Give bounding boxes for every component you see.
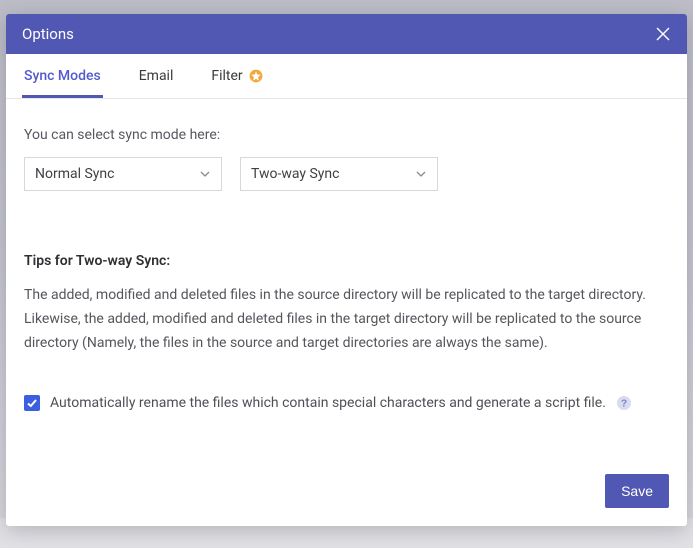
- help-icon[interactable]: ?: [616, 395, 632, 411]
- tips-heading: Tips for Two-way Sync:: [24, 253, 669, 269]
- sync-mode-select-2[interactable]: Two-way Sync: [240, 157, 438, 191]
- chevron-down-icon: [415, 168, 427, 180]
- sync-mode-select-1[interactable]: Normal Sync: [24, 157, 222, 191]
- instruction-text: You can select sync mode here:: [24, 127, 669, 143]
- auto-rename-row: Automatically rename the files which con…: [24, 395, 669, 411]
- tabs-bar: Sync Modes Email Filter: [6, 54, 687, 99]
- close-icon[interactable]: [655, 26, 671, 42]
- star-icon: [249, 69, 263, 83]
- tab-email[interactable]: Email: [137, 54, 176, 98]
- auto-rename-label: Automatically rename the files which con…: [50, 395, 606, 411]
- dialog-header: Options: [6, 14, 687, 54]
- tab-filter[interactable]: Filter: [209, 54, 264, 98]
- tab-label: Filter: [211, 68, 242, 84]
- select-value: Normal Sync: [35, 166, 114, 182]
- save-button[interactable]: Save: [605, 474, 669, 508]
- dialog-footer: Save: [6, 474, 687, 526]
- tab-label: Email: [139, 68, 174, 84]
- tab-sync-modes[interactable]: Sync Modes: [22, 54, 103, 98]
- select-value: Two-way Sync: [251, 166, 339, 182]
- chevron-down-icon: [199, 168, 211, 180]
- select-row: Normal Sync Two-way Sync: [24, 157, 669, 191]
- tab-label: Sync Modes: [24, 68, 101, 84]
- dialog-body: You can select sync mode here: Normal Sy…: [6, 99, 687, 428]
- options-dialog: Options Sync Modes Email Filter You ca: [6, 14, 687, 526]
- svg-text:?: ?: [621, 399, 627, 410]
- dialog-title: Options: [22, 25, 74, 43]
- tips-body: The added, modified and deleted files in…: [24, 283, 669, 355]
- auto-rename-checkbox[interactable]: [24, 395, 40, 411]
